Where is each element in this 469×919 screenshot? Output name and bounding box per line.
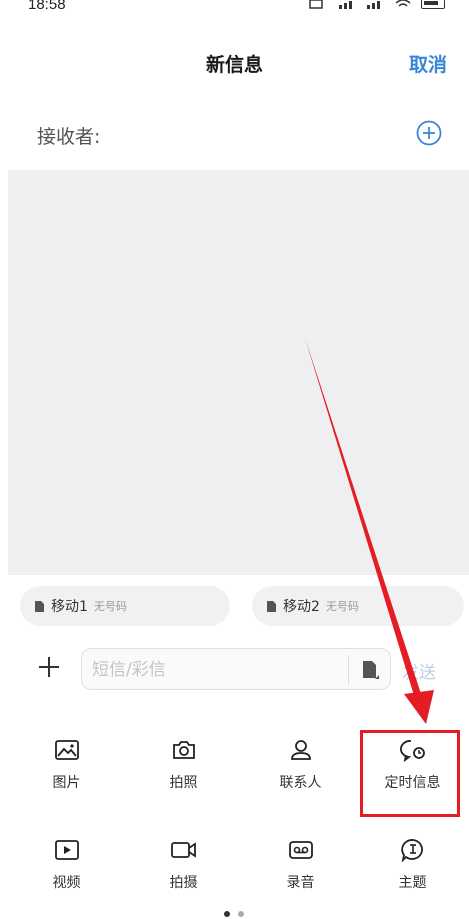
sim-select-icon[interactable]: [360, 659, 380, 681]
message-area[interactable]: [8, 170, 469, 575]
camera-icon: [172, 741, 195, 759]
tool-audio-recording[interactable]: 录音: [242, 838, 359, 892]
message-input-box: [81, 648, 391, 690]
send-button[interactable]: 发送: [402, 658, 436, 683]
wifi-icon: [395, 0, 411, 7]
page-indicator: [224, 911, 244, 917]
nfc-icon: [309, 0, 323, 9]
plus-icon[interactable]: [36, 654, 62, 680]
tool-camera[interactable]: 拍照: [125, 738, 242, 792]
sim-card-2-button[interactable]: 移动2 无号码: [252, 586, 464, 626]
tool-label: 拍摄: [169, 875, 198, 891]
sim-card-icon: [35, 600, 44, 612]
header: 新信息 取消: [0, 40, 469, 86]
sim-number: 无号码: [93, 600, 127, 613]
video-camera-icon: [170, 842, 196, 858]
sim-card-1-button[interactable]: 移动1 无号码: [20, 586, 230, 626]
page-dot: [238, 911, 244, 917]
recording-icon: [288, 841, 313, 859]
contact-icon: [290, 740, 311, 760]
theme-icon: [400, 839, 423, 862]
sim-name: 移动2: [283, 599, 320, 615]
signal-icon: [339, 0, 352, 9]
video-icon: [54, 840, 79, 860]
tool-label: 图片: [52, 775, 81, 791]
cancel-button[interactable]: 取消: [409, 50, 447, 77]
tool-image[interactable]: 图片: [8, 738, 125, 792]
status-bar: 18:58: [0, 0, 469, 18]
sim-card-icon: [267, 600, 276, 612]
tool-record-video[interactable]: 拍摄: [125, 838, 242, 892]
highlight-box: [360, 730, 460, 817]
image-icon: [54, 740, 79, 760]
tool-label: 视频: [52, 875, 81, 891]
tool-label: 录音: [286, 875, 315, 891]
tool-theme[interactable]: 主题: [354, 838, 469, 892]
tool-contact[interactable]: 联系人: [242, 738, 359, 792]
tool-label: 主题: [398, 875, 427, 891]
battery-icon: [421, 0, 445, 9]
recipient-label: 接收者:: [37, 126, 101, 148]
status-icons: [309, 0, 445, 9]
status-time: 18:58: [28, 0, 66, 13]
tool-label: 联系人: [279, 775, 322, 791]
page-title: 新信息: [205, 54, 263, 76]
compose-row: 发送: [0, 646, 469, 692]
sim-name: 移动1: [51, 599, 88, 615]
signal-icon-2: [367, 0, 380, 9]
recipient-row[interactable]: 接收者:: [0, 112, 469, 156]
tool-video[interactable]: 视频: [8, 838, 125, 892]
sim-number: 无号码: [325, 600, 359, 613]
input-divider: [348, 655, 349, 685]
page-dot: [224, 911, 230, 917]
add-recipient-icon[interactable]: [416, 120, 442, 146]
tool-label: 拍照: [169, 775, 198, 791]
message-input[interactable]: [92, 653, 342, 687]
